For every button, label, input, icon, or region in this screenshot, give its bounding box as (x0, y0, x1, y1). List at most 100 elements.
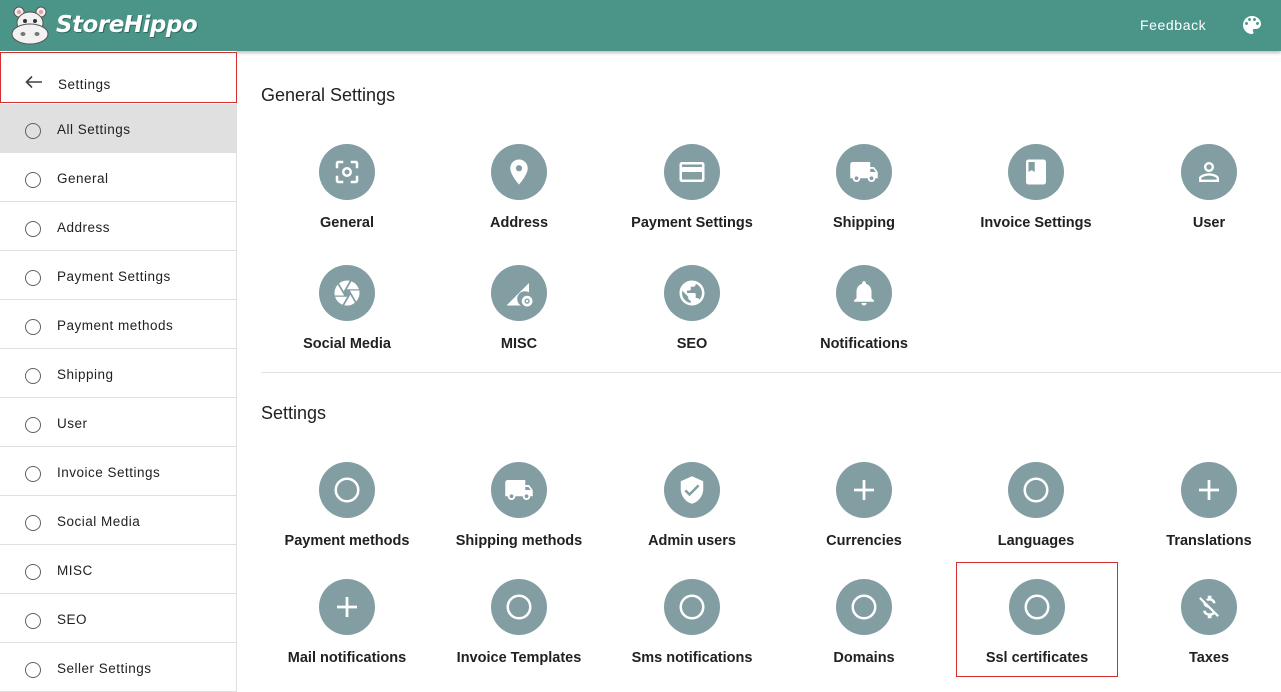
sidebar-item-shipping[interactable]: Shipping (0, 349, 236, 398)
tile-label: General (320, 215, 374, 231)
general-settings-title: General Settings (261, 85, 396, 105)
tile-label: Payment methods (284, 533, 410, 549)
center-focus-icon (319, 144, 375, 200)
tile-user[interactable]: User (1128, 144, 1281, 231)
bell-icon (836, 265, 892, 321)
tile-shipping[interactable]: Shipping (783, 144, 945, 231)
tile-label: Invoice Templates (456, 650, 582, 666)
radio-icon (25, 466, 41, 482)
tile-label: Currencies (826, 533, 902, 549)
sidebar-item-label: MISC (57, 563, 93, 578)
tile-label: Address (489, 215, 549, 231)
tile-taxes[interactable]: Taxes (1128, 579, 1281, 666)
tile-admin-users[interactable]: Admin users (611, 462, 773, 549)
sidebar-item-invoice-settings[interactable]: Invoice Settings (0, 447, 236, 496)
sidebar-back-header[interactable]: Settings (0, 52, 237, 103)
globe-icon (664, 265, 720, 321)
sidebar-item-label: All Settings (57, 122, 131, 137)
sidebar-header-label: Settings (58, 77, 111, 92)
app-name: StoreHippo (56, 12, 198, 38)
sidebar-item-misc[interactable]: MISC (0, 545, 236, 594)
radio-icon (25, 172, 41, 188)
tile-invoice-templates[interactable]: Invoice Templates (438, 579, 600, 666)
tile-address[interactable]: Address (438, 144, 600, 231)
circle-outline-icon (1008, 462, 1064, 518)
sidebar-item-label: Payment methods (57, 318, 174, 333)
truck-icon (491, 462, 547, 518)
verified-shield-icon (664, 462, 720, 518)
circle-outline-icon (1009, 579, 1065, 635)
camera-shutter-icon (319, 265, 375, 321)
sidebar-item-payment-methods[interactable]: Payment methods (0, 300, 236, 349)
sidebar-item-label: General (57, 171, 109, 186)
tile-notifications[interactable]: Notifications (783, 265, 945, 352)
tile-label: Mail notifications (287, 650, 407, 666)
sidebar-item-social-media[interactable]: Social Media (0, 496, 236, 545)
tile-payment-methods[interactable]: Payment methods (266, 462, 428, 549)
tile-invoice-settings[interactable]: Invoice Settings (955, 144, 1117, 231)
tile-label: User (1192, 215, 1226, 231)
tile-label: Translations (1166, 533, 1252, 549)
tile-social-media[interactable]: Social Media (266, 265, 428, 352)
tile-label: Taxes (1188, 650, 1230, 666)
tile-label: Languages (997, 533, 1075, 549)
palette-icon[interactable] (1240, 13, 1264, 37)
storehippo-logo[interactable]: StoreHippo (8, 3, 198, 47)
tile-domains[interactable]: Domains (783, 579, 945, 666)
feedback-link[interactable]: Feedback (1140, 17, 1206, 33)
radio-icon (25, 123, 41, 139)
arrow-back-icon (25, 75, 42, 89)
sidebar-item-label: Shipping (57, 367, 114, 382)
sidebar-item-address[interactable]: Address (0, 202, 236, 251)
sidebar-item-user[interactable]: User (0, 398, 236, 447)
sidebar-item-all-settings[interactable]: All Settings (0, 104, 236, 153)
tile-ssl-certificates[interactable]: Ssl certificates (956, 562, 1118, 677)
circle-outline-icon (664, 579, 720, 635)
sidebar-item-label: Address (57, 220, 111, 235)
tile-languages[interactable]: Languages (955, 462, 1117, 549)
settings-main-panel: General Settings General Address Payment… (243, 51, 1281, 692)
sidebar-item-label: User (57, 416, 88, 431)
sidebar-item-seller-settings[interactable]: Seller Settings (0, 643, 236, 692)
tile-label: Sms notifications (631, 650, 753, 666)
truck-icon (836, 144, 892, 200)
radio-icon (25, 368, 41, 384)
sidebar-item-seo[interactable]: SEO (0, 594, 236, 643)
tile-translations[interactable]: Translations (1128, 462, 1281, 549)
radio-icon (25, 221, 41, 237)
tile-misc[interactable]: MISC (438, 265, 600, 352)
sidebar-item-label: Social Media (57, 514, 141, 529)
tile-label: Shipping methods (455, 533, 583, 549)
radio-icon (25, 613, 41, 629)
sidebar-item-label: Invoice Settings (57, 465, 161, 480)
sidebar-item-label: SEO (57, 612, 88, 627)
settings-title: Settings (261, 403, 327, 423)
tile-general[interactable]: General (266, 144, 428, 231)
tile-payment-settings[interactable]: Payment Settings (611, 144, 773, 231)
tile-label: Notifications (820, 336, 908, 352)
tile-seo[interactable]: SEO (611, 265, 773, 352)
tile-label: Admin users (648, 533, 736, 549)
sidebar-item-general[interactable]: General (0, 153, 236, 202)
plus-icon (836, 462, 892, 518)
person-icon (1181, 144, 1237, 200)
hippo-logo-icon (11, 6, 49, 45)
radio-icon (25, 515, 41, 531)
circle-outline-icon (319, 462, 375, 518)
top-bar: StoreHippo Feedback (0, 0, 1281, 51)
radio-icon (25, 417, 41, 433)
tile-shipping-methods[interactable]: Shipping methods (438, 462, 600, 549)
plus-icon (319, 579, 375, 635)
circle-outline-icon (491, 579, 547, 635)
tile-label: Invoice Settings (980, 215, 1092, 231)
circle-outline-icon (836, 579, 892, 635)
radio-icon (25, 270, 41, 286)
tile-currencies[interactable]: Currencies (783, 462, 945, 549)
sidebar-item-payment-settings[interactable]: Payment Settings (0, 251, 236, 300)
settings-sidebar: Settings All Settings General Address Pa… (0, 51, 237, 692)
location-pin-icon (491, 144, 547, 200)
tile-mail-notifications[interactable]: Mail notifications (266, 579, 428, 666)
tile-label: Domains (833, 650, 895, 666)
sidebar-item-label: Payment Settings (57, 269, 171, 284)
tile-sms-notifications[interactable]: Sms notifications (611, 579, 773, 666)
